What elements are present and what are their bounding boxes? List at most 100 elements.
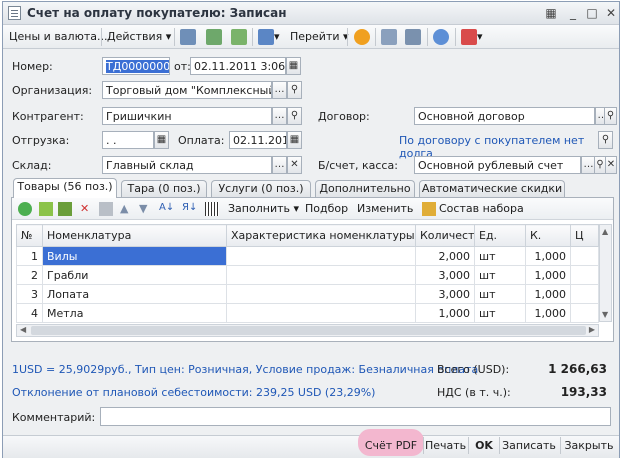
table-row[interactable]: 3 Лопата 3,000 шт 1,000 [16, 284, 599, 304]
coefficient-cell[interactable]: 1,000 [525, 284, 571, 304]
minimize-icon[interactable]: _ [565, 5, 581, 21]
chevron-down-icon[interactable]: ▾ [477, 30, 483, 43]
barcode-icon[interactable] [205, 202, 219, 216]
clock-icon[interactable] [433, 29, 449, 45]
scroll-down-icon[interactable]: ▼ [602, 310, 608, 319]
quantity-cell[interactable]: 3,000 [415, 265, 475, 285]
goto-menu[interactable]: Перейти ▾ [290, 30, 349, 43]
price-cell[interactable] [570, 265, 599, 285]
horizontal-scrollbar[interactable]: ◀ ▶ [16, 324, 599, 337]
calendar-icon[interactable]: ▦ [287, 131, 302, 149]
tab-packaging[interactable]: Тара (0 поз.) [121, 180, 207, 197]
column-header-coefficient[interactable]: К. [525, 224, 571, 247]
unit-cell[interactable]: шт [474, 303, 526, 323]
sort-descending-icon[interactable]: Я↓ [182, 202, 197, 213]
list-settings-icon[interactable] [405, 29, 421, 45]
kit-icon[interactable] [422, 202, 436, 216]
characteristic-cell[interactable] [226, 246, 416, 266]
delete-icon[interactable]: ✕ [80, 202, 89, 215]
characteristic-cell[interactable] [226, 265, 416, 285]
organization-field[interactable]: Торговый дом "Комплексный" [102, 81, 272, 99]
selection-button[interactable]: Подбор [305, 202, 348, 215]
unit-cell[interactable]: шт [474, 284, 526, 304]
edit-icon[interactable] [58, 202, 72, 216]
scroll-left-icon[interactable]: ◀ [20, 325, 26, 334]
structure-icon[interactable] [258, 29, 274, 45]
chevron-down-icon[interactable]: ▾ [274, 30, 280, 43]
table-view-icon[interactable] [381, 29, 397, 45]
table-row[interactable]: 2 Грабли 3,000 шт 1,000 [16, 265, 599, 285]
clear-icon[interactable]: ✕ [287, 156, 302, 174]
comment-field[interactable] [100, 407, 611, 426]
print-button[interactable]: Печать [425, 437, 466, 454]
characteristic-cell[interactable] [226, 284, 416, 304]
date-field[interactable]: 02.11.2011 3:06:2 [190, 57, 286, 75]
clear-icon[interactable]: ✕ [605, 156, 617, 174]
post-document-icon[interactable] [180, 29, 196, 45]
price-cell[interactable] [570, 284, 599, 304]
column-header-price[interactable]: Ц [570, 224, 599, 247]
change-button[interactable]: Изменить [357, 202, 413, 215]
number-field[interactable]: ТД00000000 [102, 57, 170, 75]
select-button[interactable]: … [272, 81, 287, 99]
end-edit-icon[interactable] [99, 202, 113, 216]
price-cell[interactable] [570, 246, 599, 266]
tab-goods[interactable]: Товары (56 поз.) [13, 178, 117, 198]
column-header-unit[interactable]: Ед. [474, 224, 526, 247]
column-header-item[interactable]: Номенклатура [42, 224, 227, 247]
coefficient-cell[interactable]: 1,000 [525, 265, 571, 285]
calendar-icon[interactable]: ▦ [286, 57, 301, 75]
contract-field[interactable]: Основной договор [414, 107, 595, 125]
unit-cell[interactable]: шт [474, 246, 526, 266]
cost-deviation-link[interactable]: Отклонение от плановой себестоимости: 23… [12, 386, 375, 399]
shipment-field[interactable]: . . [102, 131, 154, 149]
tab-services[interactable]: Услуги (0 поз.) [211, 180, 311, 197]
maximize-icon[interactable]: □ [584, 5, 600, 21]
contractor-field[interactable]: Гришичкин [102, 107, 272, 125]
close-button[interactable]: Закрыть [564, 437, 614, 454]
item-name-cell[interactable]: Метла [42, 303, 227, 323]
column-header-number[interactable]: № [16, 224, 43, 247]
sort-ascending-icon[interactable]: A↓ [159, 202, 174, 213]
quantity-cell[interactable]: 2,000 [415, 246, 475, 266]
unit-cell[interactable]: шт [474, 265, 526, 285]
copy-row-icon[interactable] [39, 202, 53, 216]
characteristic-cell[interactable] [226, 303, 416, 323]
refresh-icon[interactable] [206, 29, 222, 45]
quantity-cell[interactable]: 3,000 [415, 284, 475, 304]
table-row[interactable]: 1 Вилы 2,000 шт 1,000 [16, 246, 599, 266]
add-row-icon[interactable] [18, 202, 32, 216]
scroll-up-icon[interactable]: ▲ [602, 227, 608, 236]
save-button[interactable]: Записать [502, 437, 556, 454]
warehouse-field[interactable]: Главный склад [102, 156, 272, 174]
kit-composition-button[interactable]: Состав набора [439, 202, 524, 215]
select-button[interactable]: … [272, 156, 287, 174]
search-icon[interactable]: ⚲ [598, 131, 613, 149]
search-icon[interactable]: ⚲ [604, 107, 617, 125]
calendar-icon[interactable]: ▦ [154, 131, 169, 149]
search-icon[interactable]: ⚲ [287, 81, 302, 99]
quantity-cell[interactable]: 1,000 [415, 303, 475, 323]
item-name-cell[interactable]: Вилы [42, 246, 227, 266]
fill-menu[interactable]: Заполнить ▾ [228, 202, 299, 215]
item-name-cell[interactable]: Лопата [42, 284, 227, 304]
tab-auto-discounts[interactable]: Автоматические скидки [419, 180, 565, 197]
search-icon[interactable]: ⚲ [287, 107, 302, 125]
invoice-pdf-button[interactable]: Счёт PDF [362, 437, 420, 454]
select-button[interactable]: … [272, 107, 287, 125]
prices-currency-button[interactable]: Цены и валюта... [9, 30, 107, 43]
column-header-characteristic[interactable]: Характеристика номенклатуры [226, 224, 416, 247]
payment-field[interactable]: 02.11.2011 [229, 131, 287, 149]
copy-icon[interactable] [231, 29, 247, 45]
email-icon[interactable] [461, 29, 477, 45]
actions-menu[interactable]: Действия ▾ [107, 30, 171, 43]
currency-info-link[interactable]: 1USD = 25,9029руб., Тип цен: Розничная, … [12, 363, 478, 376]
help-icon[interactable] [354, 29, 370, 45]
move-up-icon[interactable]: ▲ [120, 202, 128, 215]
coefficient-cell[interactable]: 1,000 [525, 303, 571, 323]
vertical-scrollbar[interactable]: ▲ ▼ [599, 224, 612, 322]
item-name-cell[interactable]: Грабли [42, 265, 227, 285]
tab-additional[interactable]: Дополнительно [315, 180, 415, 197]
move-down-icon[interactable]: ▼ [139, 202, 147, 215]
window-menu-icon[interactable]: ▦ [543, 5, 559, 21]
